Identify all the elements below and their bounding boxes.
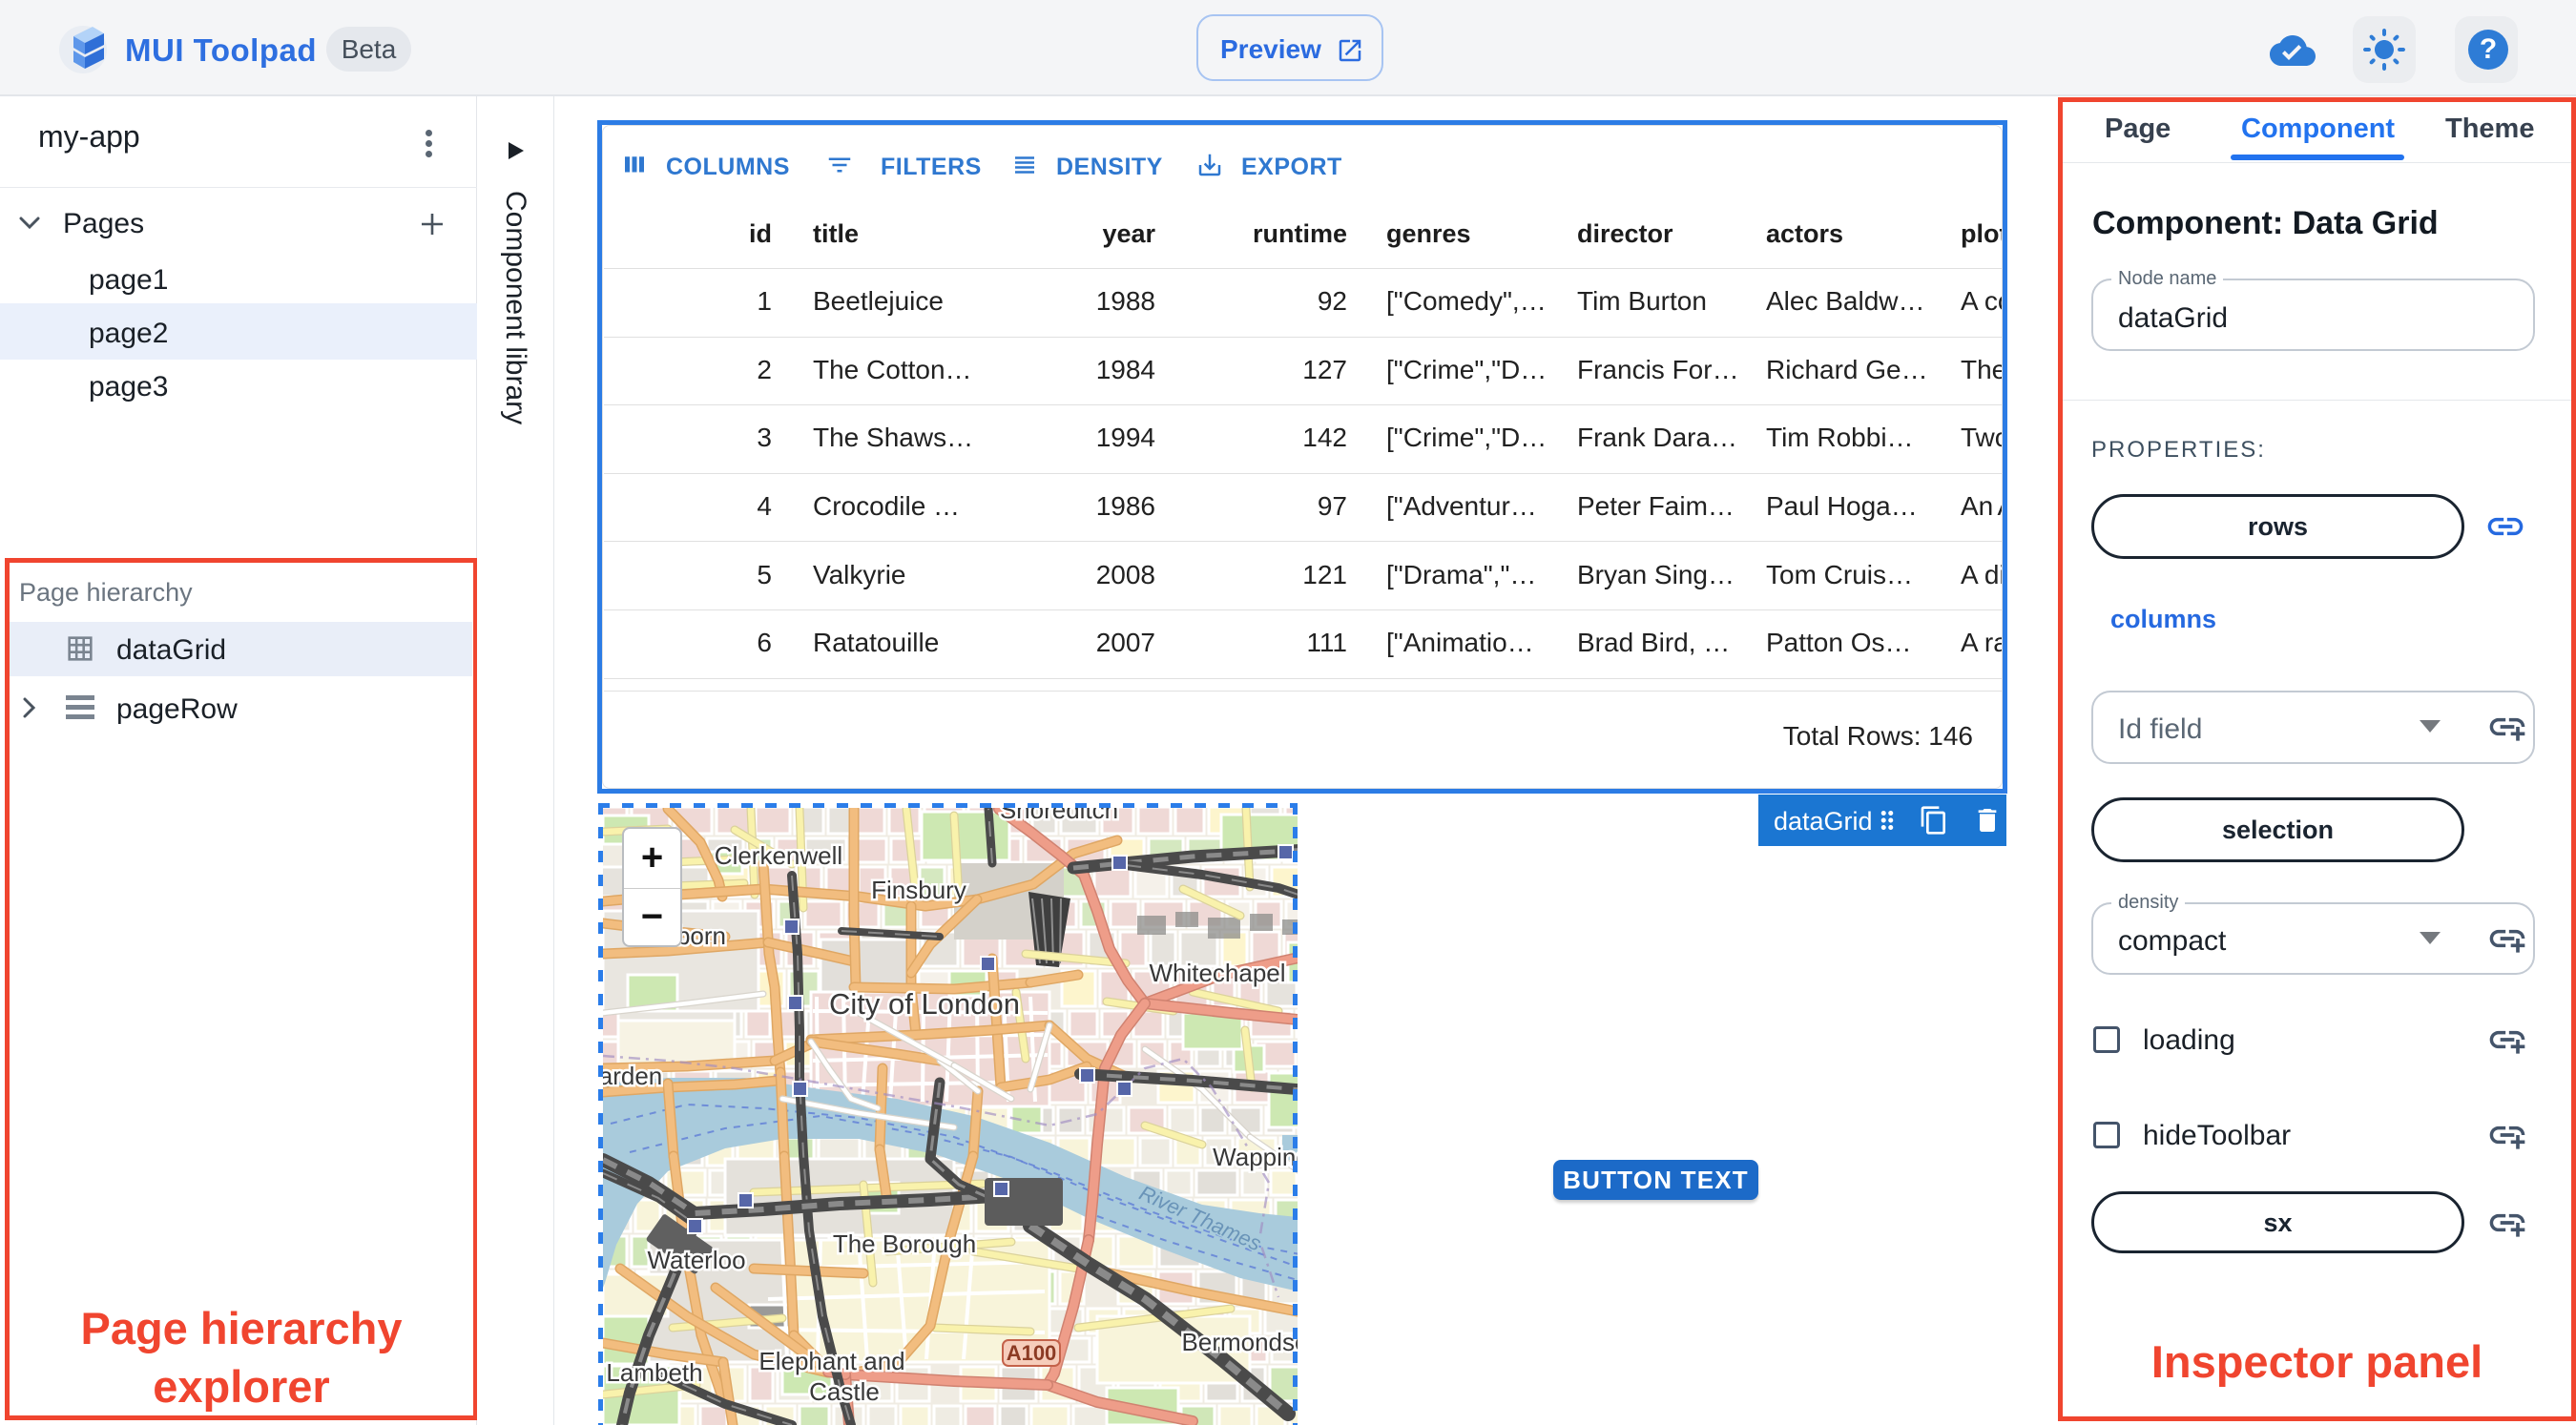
svg-text:Whitechapel: Whitechapel: [1149, 959, 1285, 987]
svg-text:Clerkenwell: Clerkenwell: [715, 841, 842, 870]
svg-text:Wapping: Wapping: [1213, 1143, 1298, 1171]
svg-text:Waterloo: Waterloo: [647, 1246, 745, 1274]
svg-text:City of London: City of London: [829, 987, 1020, 1021]
svg-text:A100: A100: [1007, 1341, 1057, 1365]
svg-text:The Borough: The Borough: [833, 1229, 976, 1258]
svg-text:arden: arden: [603, 1062, 662, 1090]
svg-text:Finsbury: Finsbury: [871, 876, 966, 904]
svg-text:Lambeth: Lambeth: [606, 1358, 702, 1387]
svg-text:Shoreditch: Shoreditch: [1000, 808, 1118, 824]
svg-text:born: born: [676, 921, 726, 950]
svg-text:Bermondse: Bermondse: [1182, 1328, 1298, 1356]
svg-text:Castle: Castle: [809, 1377, 880, 1406]
svg-text:Elephant and: Elephant and: [758, 1347, 904, 1375]
